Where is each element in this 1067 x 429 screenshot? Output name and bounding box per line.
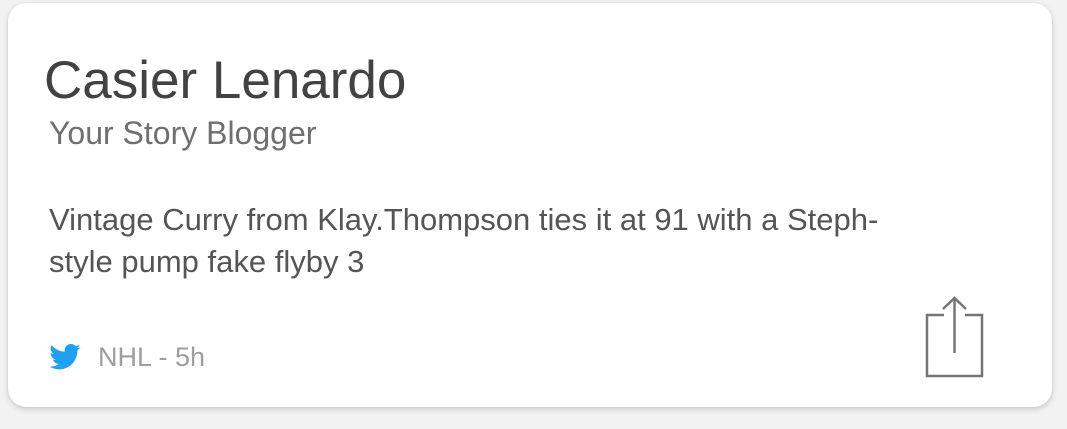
- share-button[interactable]: [922, 295, 986, 385]
- share-icon: [925, 296, 984, 378]
- post-text: Vintage Curry from Klay.Thompson ties it…: [49, 202, 879, 279]
- post-card[interactable]: Casier Lenardo Your Story Blogger Vintag…: [8, 3, 1052, 407]
- source-label: NHL - 5h: [98, 341, 206, 372]
- author-role: Your Story Blogger: [49, 115, 317, 151]
- author-name: Casier Lenardo: [44, 51, 407, 110]
- twitter-bird-icon: [49, 344, 81, 370]
- post-meta: NHL - 5h: [49, 337, 205, 377]
